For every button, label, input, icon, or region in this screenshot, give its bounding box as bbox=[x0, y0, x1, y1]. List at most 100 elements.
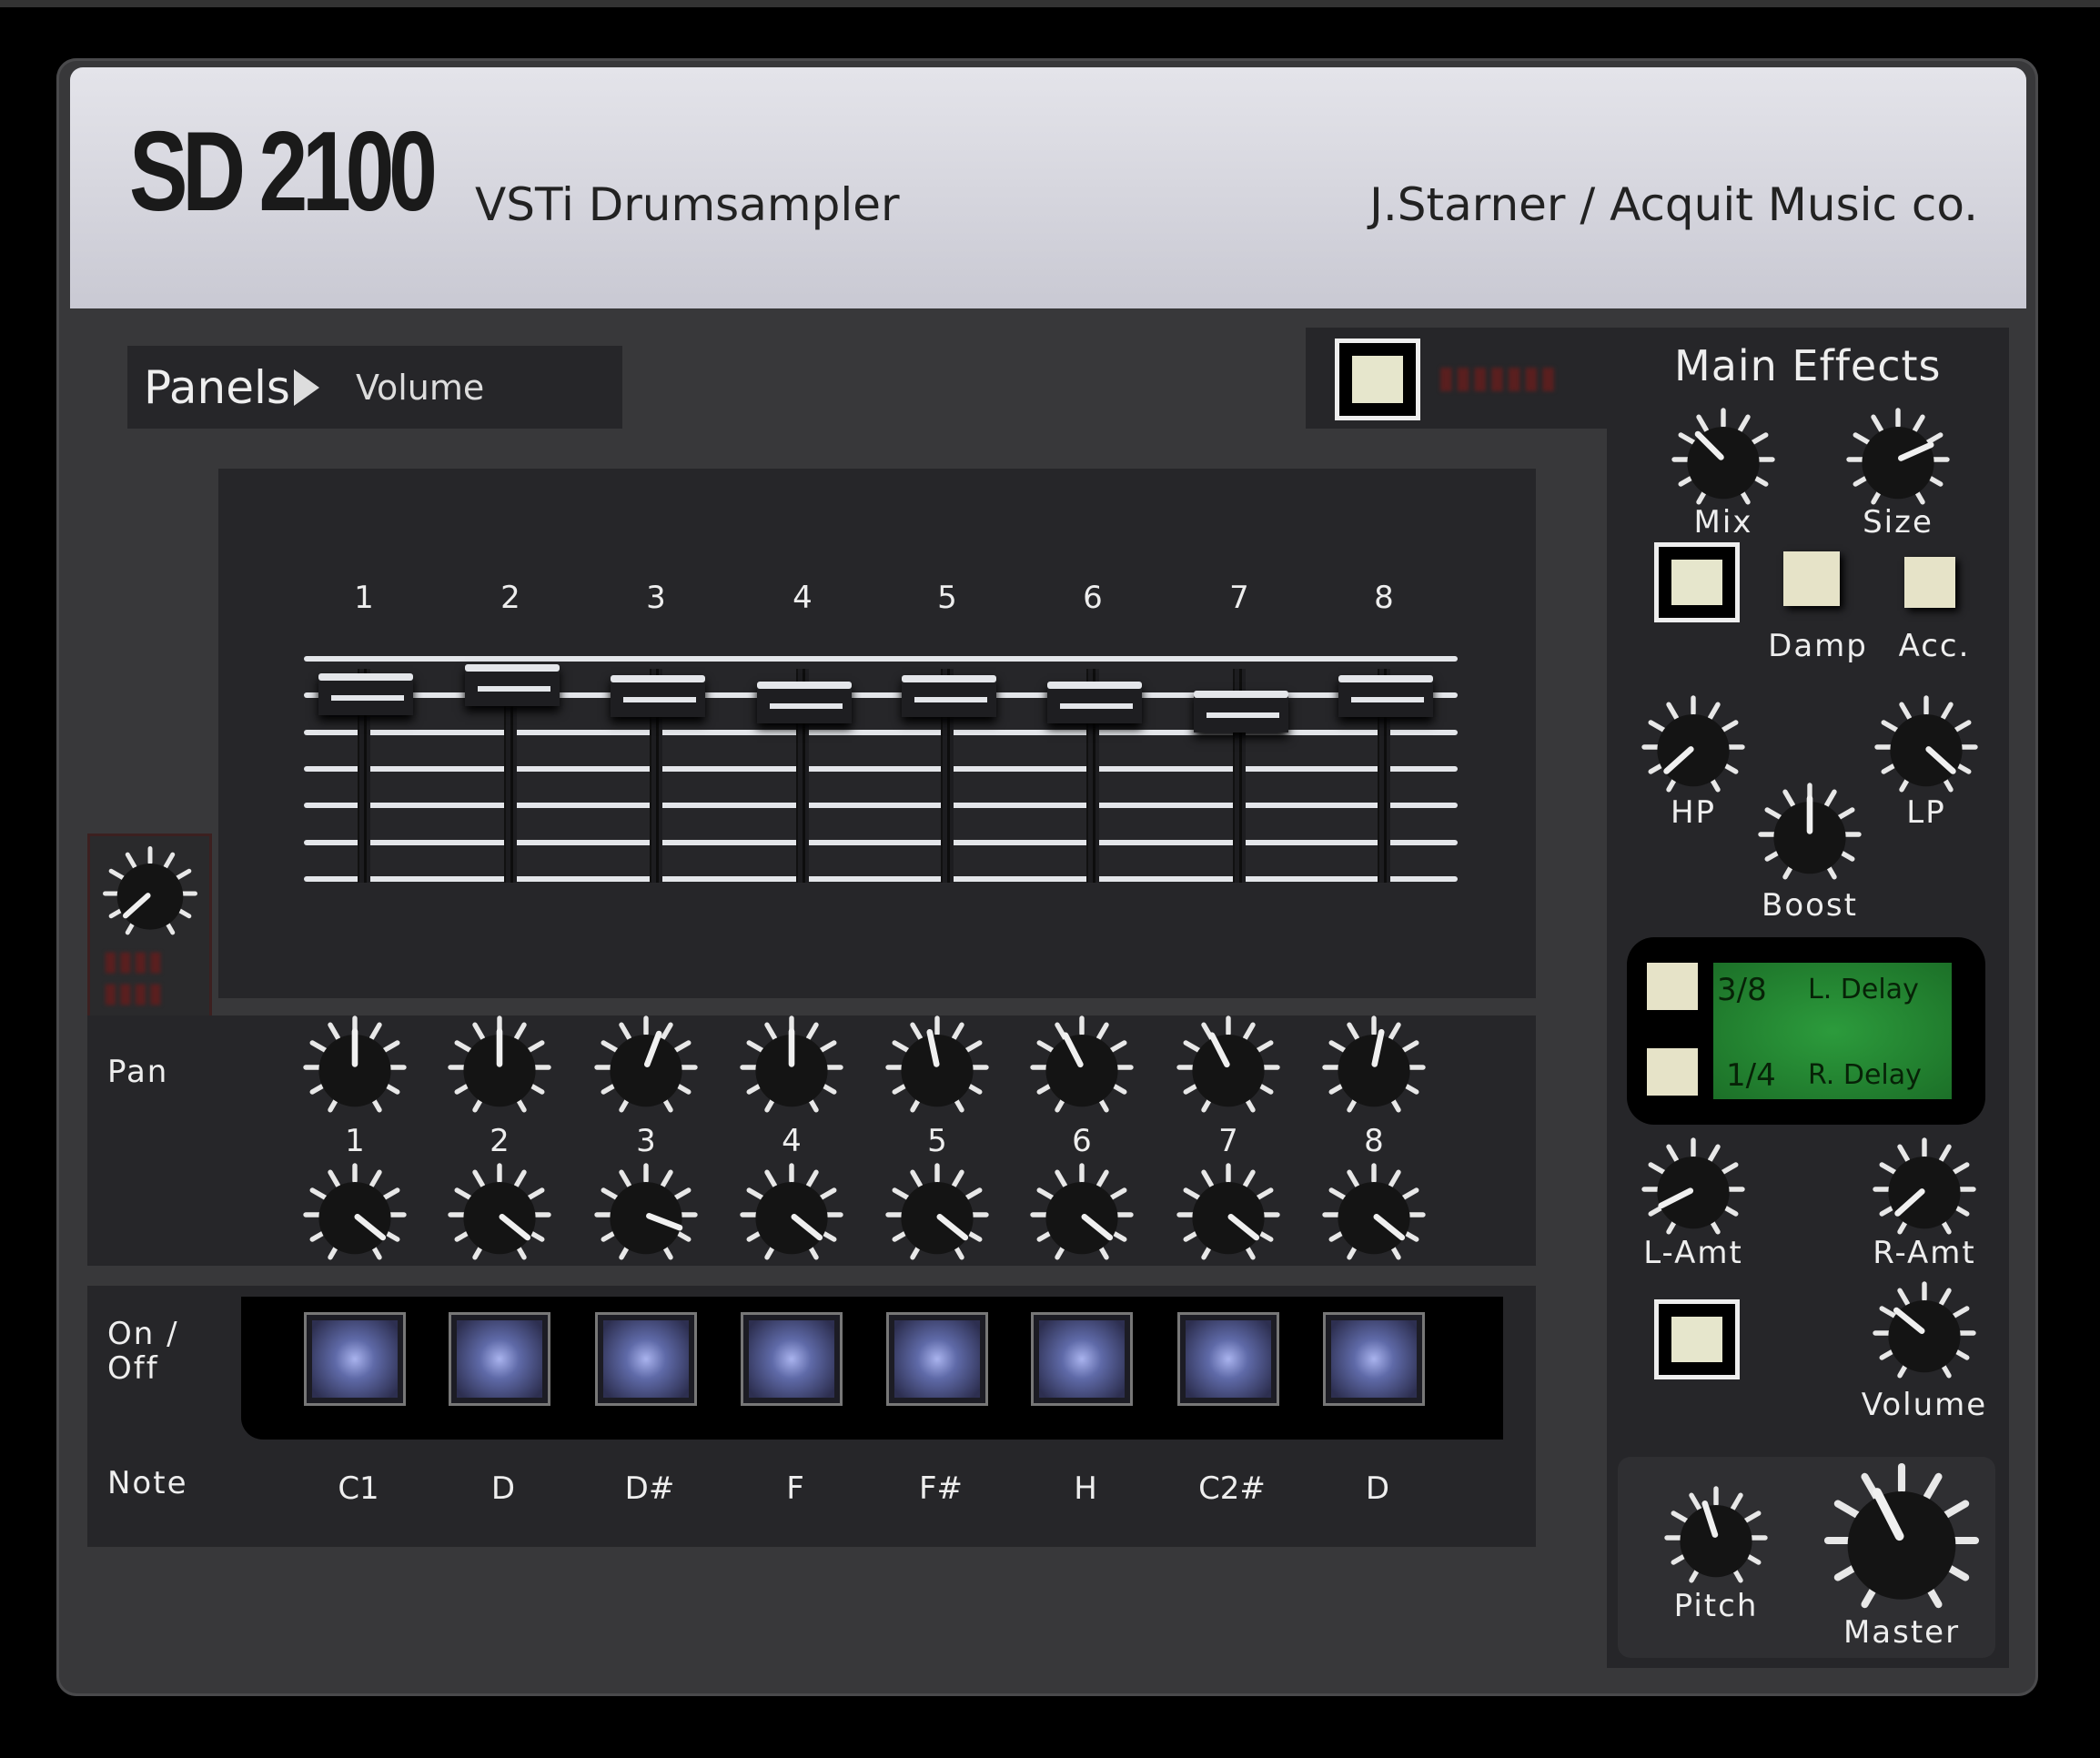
pan-knob-5[interactable] bbox=[883, 1013, 992, 1122]
pitch-knob[interactable] bbox=[1661, 1483, 1771, 1592]
knob-tick bbox=[818, 1040, 837, 1054]
pitch-knob-5[interactable] bbox=[883, 1160, 992, 1269]
onoff-pad-1[interactable] bbox=[304, 1312, 406, 1406]
l-amt-label: L-Amt bbox=[1643, 1235, 1743, 1271]
pitch-knob-3[interactable] bbox=[591, 1160, 701, 1269]
channel-number: 3 bbox=[636, 1123, 656, 1159]
delay-toggle-button[interactable] bbox=[1654, 1299, 1740, 1379]
volume-fader-8[interactable] bbox=[1338, 675, 1433, 718]
knob-tick bbox=[1953, 720, 1972, 733]
pan-knob-4[interactable] bbox=[737, 1013, 846, 1122]
pitch-knob-8[interactable] bbox=[1319, 1160, 1429, 1269]
right-delay-button[interactable] bbox=[1647, 1048, 1698, 1096]
knob-tick bbox=[1938, 1288, 1952, 1307]
logo: SD 2100 bbox=[129, 109, 438, 235]
onoff-pad-3[interactable] bbox=[595, 1312, 697, 1406]
pitch-knob-2[interactable] bbox=[445, 1160, 554, 1269]
volume-fader-3[interactable] bbox=[611, 675, 705, 718]
knob-tick bbox=[1055, 1169, 1068, 1188]
knob-graphic bbox=[1846, 408, 1950, 505]
r-amt-knob[interactable] bbox=[1870, 1135, 1979, 1244]
knob-tick bbox=[1648, 720, 1667, 733]
knob-graphic bbox=[1641, 1137, 1745, 1235]
onoff-pad-5[interactable] bbox=[886, 1312, 988, 1406]
volume-fader-6[interactable] bbox=[1047, 682, 1142, 724]
right-delay-time: 1/4 bbox=[1726, 1057, 1776, 1094]
pitch-knob-4[interactable] bbox=[737, 1160, 846, 1269]
pan-knob-3[interactable] bbox=[591, 1013, 701, 1122]
knob-tick bbox=[764, 1022, 778, 1041]
damp-button[interactable] bbox=[1783, 551, 1840, 606]
knob-tick bbox=[818, 1187, 837, 1201]
knob-tick bbox=[369, 1022, 382, 1041]
top-toggle-button[interactable] bbox=[1335, 338, 1420, 420]
panels-selector[interactable]: Panels Volume bbox=[127, 346, 622, 429]
master-knob[interactable] bbox=[1820, 1459, 1984, 1622]
knob-tick bbox=[309, 1040, 328, 1054]
volume-fader-7[interactable] bbox=[1194, 691, 1288, 733]
knob-tick bbox=[1823, 789, 1837, 808]
pan-knob-6[interactable] bbox=[1027, 1013, 1136, 1122]
mix-knob[interactable] bbox=[1669, 405, 1778, 514]
knob-tick bbox=[1942, 1500, 1970, 1520]
knob-tick bbox=[660, 1169, 673, 1188]
size-label: Size bbox=[1863, 504, 1933, 541]
knob-tick bbox=[1328, 1187, 1348, 1201]
knob-tick bbox=[1255, 1187, 1274, 1201]
lp-knob[interactable] bbox=[1872, 692, 1981, 802]
note-value: H bbox=[1074, 1470, 1097, 1507]
acc-button[interactable] bbox=[1904, 557, 1955, 608]
fader-number: 1 bbox=[354, 580, 374, 616]
knob-tick bbox=[1899, 702, 1913, 721]
knob-tick bbox=[1730, 1492, 1743, 1511]
pan-knob-2[interactable] bbox=[445, 1013, 554, 1122]
pitch-knob-7[interactable] bbox=[1174, 1160, 1283, 1269]
volume-fader-2[interactable] bbox=[465, 664, 560, 706]
volume-fader-4[interactable] bbox=[757, 682, 852, 724]
knob-tick bbox=[1036, 1040, 1055, 1054]
knob-tick bbox=[910, 1022, 924, 1041]
onoff-pad-6[interactable] bbox=[1031, 1312, 1133, 1406]
knob-graphic bbox=[885, 1163, 989, 1260]
left-delay-time: 3/8 bbox=[1717, 972, 1767, 1008]
pan-knob-8[interactable] bbox=[1319, 1013, 1429, 1122]
knob-tick bbox=[175, 868, 192, 881]
knob-tick bbox=[764, 1169, 778, 1188]
knob-body bbox=[1657, 1157, 1730, 1229]
volume-fader-1[interactable] bbox=[318, 672, 413, 715]
main-volume-knob[interactable] bbox=[100, 844, 200, 944]
knob-tick bbox=[1242, 1022, 1256, 1041]
hp-knob[interactable] bbox=[1639, 692, 1748, 802]
panels-label: Panels bbox=[144, 360, 290, 414]
channel-number: 5 bbox=[927, 1123, 947, 1159]
onoff-pad-4[interactable] bbox=[741, 1312, 843, 1406]
fader-scale-line bbox=[304, 803, 1458, 808]
knob-body bbox=[1680, 1505, 1752, 1578]
knob-graphic bbox=[303, 1015, 407, 1113]
knob-tick bbox=[1951, 1162, 1970, 1176]
knob-tick bbox=[964, 1040, 983, 1054]
pan-knob-7[interactable] bbox=[1174, 1013, 1283, 1122]
pan-knob-1[interactable] bbox=[300, 1013, 409, 1122]
fader-number: 2 bbox=[500, 580, 520, 616]
knob-tick bbox=[805, 1022, 819, 1041]
knob-tick bbox=[1897, 1288, 1911, 1307]
maker-credit: J.Starner / Acquit Music co. bbox=[1369, 178, 1978, 231]
pitch-knob-1[interactable] bbox=[300, 1160, 409, 1269]
knob-graphic bbox=[1322, 1163, 1426, 1260]
knob-graphic bbox=[103, 846, 197, 935]
volume-knob[interactable] bbox=[1870, 1278, 1979, 1388]
knob-tick bbox=[1897, 1144, 1911, 1163]
onoff-pad-8[interactable] bbox=[1323, 1312, 1425, 1406]
l-amt-knob[interactable] bbox=[1639, 1135, 1748, 1244]
pitch-knob-6[interactable] bbox=[1027, 1160, 1136, 1269]
volume-fader-5[interactable] bbox=[902, 675, 996, 718]
onoff-pad-7[interactable] bbox=[1177, 1312, 1279, 1406]
channel-number: 6 bbox=[1072, 1123, 1092, 1159]
left-delay-button[interactable] bbox=[1647, 963, 1698, 1010]
size-knob[interactable] bbox=[1843, 405, 1953, 514]
onoff-pad-2[interactable] bbox=[449, 1312, 550, 1406]
boost-knob[interactable] bbox=[1755, 780, 1864, 889]
reverb-toggle-button[interactable] bbox=[1654, 542, 1740, 622]
main-effects-title: Main Effects bbox=[1674, 341, 1942, 390]
